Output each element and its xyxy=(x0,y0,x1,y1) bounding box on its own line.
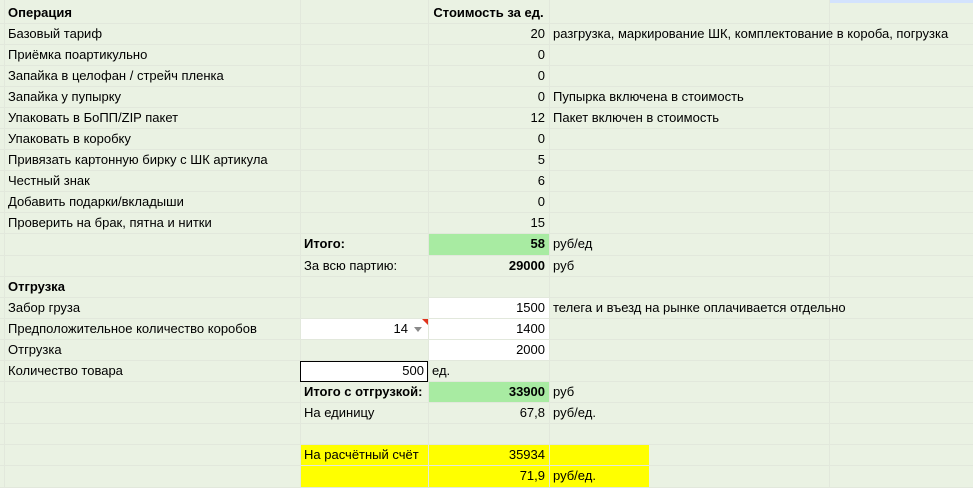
operation-name[interactable]: Приёмка поартикульно xyxy=(4,45,151,65)
pickup-value[interactable]: 1500 xyxy=(428,298,549,318)
operation-name[interactable]: Упаковать в коробку xyxy=(4,129,135,149)
boxes-label[interactable]: Предположительное количество коробов xyxy=(4,319,261,339)
batch-label[interactable]: За всю партию: xyxy=(300,256,401,276)
shipment-value[interactable]: 2000 xyxy=(428,340,549,360)
account-per-unit-unit[interactable]: руб/ед. xyxy=(549,466,600,486)
operation-cost[interactable]: 0 xyxy=(428,129,549,149)
operation-note[interactable]: Пакет включен в стоимость xyxy=(549,108,723,128)
account-per-unit-value[interactable]: 71,9 xyxy=(428,466,549,486)
per-unit-label[interactable]: На единицу xyxy=(300,403,378,423)
total-unit[interactable]: руб/ед xyxy=(549,234,596,254)
chevron-down-icon[interactable] xyxy=(414,327,422,333)
quantity-label[interactable]: Количество товара xyxy=(4,361,127,381)
operation-cost[interactable]: 0 xyxy=(428,87,549,107)
pickup-note[interactable]: телега и въезд на рынке оплачивается отд… xyxy=(549,298,850,318)
total-ship-label[interactable]: Итого с отгрузкой: xyxy=(300,382,426,402)
boxes-dropdown[interactable]: 14 xyxy=(300,319,428,339)
header-unit-cost[interactable]: Стоимость за ед. xyxy=(428,3,549,23)
batch-unit[interactable]: руб xyxy=(549,256,578,276)
operation-note[interactable]: разгрузка, маркирование ШК, комплектован… xyxy=(549,24,952,44)
total-label[interactable]: Итого: xyxy=(300,234,349,254)
per-unit-unit[interactable]: руб/ед. xyxy=(549,403,600,423)
operation-cost[interactable]: 20 xyxy=(428,24,549,44)
operation-cost[interactable]: 15 xyxy=(428,213,549,233)
operation-cost[interactable]: 0 xyxy=(428,45,549,65)
header-band xyxy=(829,0,973,3)
operation-name[interactable]: Запайка в целофан / стрейч пленка xyxy=(4,66,228,86)
operation-name[interactable]: Упаковать в БоПП/ZIP пакет xyxy=(4,108,182,128)
operation-cost[interactable]: 0 xyxy=(428,192,549,212)
batch-value[interactable]: 29000 xyxy=(428,256,549,276)
operation-name[interactable]: Честный знак xyxy=(4,171,94,191)
header-operation[interactable]: Операция xyxy=(4,3,76,23)
account-value[interactable]: 35934 xyxy=(428,445,549,465)
operation-name[interactable]: Привязать картонную бирку с ШК артикула xyxy=(4,150,272,170)
operation-cost[interactable]: 5 xyxy=(428,150,549,170)
total-ship-value[interactable]: 33900 xyxy=(428,382,549,402)
operation-name[interactable]: Добавить подарки/вкладыши xyxy=(4,192,188,212)
quantity-unit[interactable]: ед. xyxy=(428,361,454,381)
operation-note[interactable]: Пупырка включена в стоимость xyxy=(549,87,748,107)
operation-name[interactable]: Базовый тариф xyxy=(4,24,106,44)
shipping-header[interactable]: Отгрузка xyxy=(4,277,69,297)
account-label[interactable]: На расчётный счёт xyxy=(300,445,423,465)
boxes-cost[interactable]: 1400 xyxy=(428,319,549,339)
total-value[interactable]: 58 xyxy=(428,234,549,254)
per-unit-value[interactable]: 67,8 xyxy=(428,403,549,423)
total-ship-unit[interactable]: руб xyxy=(549,382,578,402)
operation-name[interactable]: Проверить на брак, пятна и нитки xyxy=(4,213,216,233)
quantity-input[interactable]: 500 xyxy=(300,361,428,381)
operation-name[interactable]: Запайка у пупырку xyxy=(4,87,125,107)
shipment-label[interactable]: Отгрузка xyxy=(4,340,66,360)
operation-cost[interactable]: 6 xyxy=(428,171,549,191)
boxes-dropdown-value: 14 xyxy=(393,321,408,336)
operation-cost[interactable]: 0 xyxy=(428,66,549,86)
pickup-label[interactable]: Забор груза xyxy=(4,298,84,318)
operation-cost[interactable]: 12 xyxy=(428,108,549,128)
spreadsheet: Операция Стоимость за ед. Базовый тариф … xyxy=(0,0,973,488)
